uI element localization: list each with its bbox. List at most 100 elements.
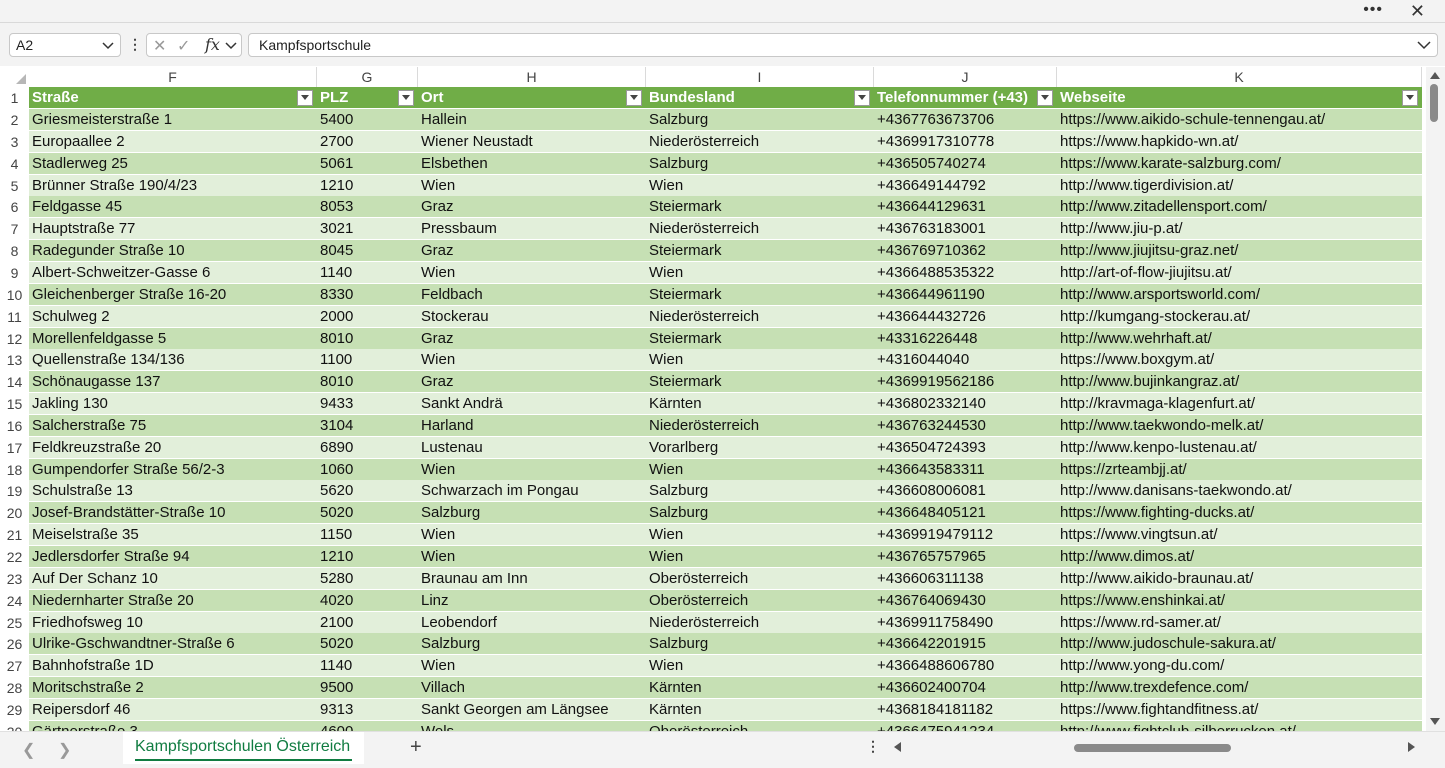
cell-bundesland[interactable]: Kärnten (646, 677, 874, 700)
cell-plz[interactable]: 8010 (317, 371, 418, 394)
cell-plz[interactable]: 1060 (317, 458, 418, 481)
cell-strasse[interactable]: Meiselstraße 35 (29, 524, 317, 547)
cell-plz[interactable]: 9313 (317, 698, 418, 721)
header-cell-strasse[interactable]: Straße (29, 87, 317, 109)
cell-telefon[interactable]: +4366488606780 (874, 655, 1057, 678)
cell-bundesland[interactable]: Wien (646, 546, 874, 568)
cell-ort[interactable]: Villach (418, 677, 646, 700)
cell-plz[interactable]: 4020 (317, 589, 418, 612)
cell-strasse[interactable]: Moritschstraße 2 (29, 677, 317, 700)
cell-ort[interactable]: Schwarzach im Pongau (418, 480, 646, 503)
close-icon[interactable]: ✕ (1410, 0, 1425, 22)
spreadsheet-grid[interactable]: F G H I J K 1 Straße PLZ Ort Bundesland Telef… (0, 67, 1425, 731)
cell-strasse[interactable]: Feldgasse 45 (29, 196, 317, 219)
cell-plz[interactable]: 3021 (317, 218, 418, 241)
previous-sheet-icon[interactable]: ❮ (22, 740, 35, 760)
next-sheet-icon[interactable]: ❯ (58, 740, 71, 760)
row-number[interactable]: 13 (0, 349, 29, 371)
cell-bundesland[interactable]: Niederösterreich (646, 218, 874, 241)
row-number[interactable]: 27 (0, 655, 29, 677)
cell-ort[interactable]: Sankt Andrä (418, 393, 646, 416)
row-number[interactable]: 25 (0, 612, 29, 634)
cell-telefon[interactable]: +4366488535322 (874, 261, 1057, 284)
cell-ort[interactable]: Wien (418, 655, 646, 678)
cell-bundesland[interactable]: Steiermark (646, 327, 874, 350)
cell-bundesland[interactable]: Wien (646, 458, 874, 481)
cell-strasse[interactable]: Hauptstraße 77 (29, 218, 317, 241)
cell-telefon[interactable]: +436644432726 (874, 305, 1057, 328)
scroll-down-icon[interactable] (1430, 718, 1440, 726)
cell-ort[interactable]: Elsbethen (418, 152, 646, 175)
cell-bundesland[interactable]: Niederösterreich (646, 414, 874, 437)
cell-strasse[interactable]: Schönaugasse 137 (29, 371, 317, 394)
cell-bundesland[interactable]: Wien (646, 174, 874, 197)
scroll-right-icon[interactable] (1408, 742, 1416, 752)
cell-bundesland[interactable]: Salzburg (646, 480, 874, 503)
cell-bundesland[interactable]: Salzburg (646, 152, 874, 175)
cell-plz[interactable]: 9500 (317, 677, 418, 700)
cell-ort[interactable]: Leobendorf (418, 611, 646, 634)
cell-webseite[interactable]: https://www.karate-salzburg.com/ (1057, 152, 1422, 175)
cell-ort[interactable]: Lustenau (418, 436, 646, 459)
row-number[interactable]: 28 (0, 677, 29, 699)
cell-ort[interactable]: Braunau am Inn (418, 567, 646, 590)
cell-webseite[interactable]: http://www.bujinkangraz.at/ (1057, 371, 1422, 394)
cell-ort[interactable]: Salzburg (418, 502, 646, 525)
cell-plz[interactable]: 5020 (317, 502, 418, 525)
cell-bundesland[interactable]: Wien (646, 261, 874, 284)
row-number[interactable]: 12 (0, 328, 29, 350)
column-header-h[interactable]: H (418, 67, 646, 87)
row-number[interactable]: 14 (0, 371, 29, 393)
cell-strasse[interactable]: Jedlersdorfer Straße 94 (29, 546, 317, 568)
cell-plz[interactable]: 1210 (317, 174, 418, 197)
cell-bundesland[interactable]: Oberösterreich (646, 567, 874, 590)
cancel-icon[interactable]: ✕ (153, 36, 166, 56)
cell-ort[interactable]: Wien (418, 349, 646, 372)
row-number[interactable]: 17 (0, 437, 29, 459)
cell-plz[interactable]: 5020 (317, 633, 418, 656)
cell-webseite[interactable]: http://www.danisans-taekwondo.at/ (1057, 480, 1422, 503)
cell-webseite[interactable]: http://art-of-flow-jiujitsu.at/ (1057, 261, 1422, 284)
cell-strasse[interactable]: Quellenstraße 134/136 (29, 349, 317, 372)
filter-dropdown-icon[interactable] (1402, 90, 1418, 106)
column-header-k[interactable]: K (1057, 67, 1422, 87)
cell-webseite[interactable]: http://www.yong-du.com/ (1057, 655, 1422, 678)
filter-dropdown-icon[interactable] (398, 90, 414, 106)
cell-plz[interactable]: 1140 (317, 655, 418, 678)
row-number[interactable]: 29 (0, 699, 29, 721)
cell-bundesland[interactable]: Vorarlberg (646, 436, 874, 459)
cell-plz[interactable]: 6890 (317, 436, 418, 459)
cell-bundesland[interactable]: Steiermark (646, 371, 874, 394)
cell-strasse[interactable]: Gärtnerstraße 3 (29, 720, 317, 731)
cell-telefon[interactable]: +436648405121 (874, 502, 1057, 525)
cell-strasse[interactable]: Niedernharter Straße 20 (29, 589, 317, 612)
cell-strasse[interactable]: Auf Der Schanz 10 (29, 567, 317, 590)
row-number[interactable]: 30 (0, 721, 29, 731)
cell-webseite[interactable]: http://www.fightclub-silberrucken.at/ (1057, 720, 1422, 731)
row-number[interactable]: 6 (0, 196, 29, 218)
cell-bundesland[interactable]: Steiermark (646, 240, 874, 263)
cell-telefon[interactable]: +436606311138 (874, 567, 1057, 590)
cell-bundesland[interactable]: Wien (646, 524, 874, 547)
cell-webseite[interactable]: http://www.jiujitsu-graz.net/ (1057, 240, 1422, 263)
cell-telefon[interactable]: +436504724393 (874, 436, 1057, 459)
cell-strasse[interactable]: Schulweg 2 (29, 305, 317, 328)
row-number[interactable]: 4 (0, 153, 29, 175)
row-number[interactable]: 16 (0, 415, 29, 437)
cell-telefon[interactable]: +436505740274 (874, 152, 1057, 175)
cell-telefon[interactable]: +4369911758490 (874, 611, 1057, 634)
cell-telefon[interactable]: +436644961190 (874, 283, 1057, 306)
cell-bundesland[interactable]: Niederösterreich (646, 611, 874, 634)
cell-plz[interactable]: 8010 (317, 327, 418, 350)
chevron-down-icon[interactable] (102, 38, 114, 52)
row-number[interactable]: 23 (0, 568, 29, 590)
cell-webseite[interactable]: https://www.rd-samer.at/ (1057, 611, 1422, 634)
cell-webseite[interactable]: http://www.dimos.at/ (1057, 546, 1422, 568)
cell-ort[interactable]: Linz (418, 589, 646, 612)
cell-bundesland[interactable]: Salzburg (646, 633, 874, 656)
cell-plz[interactable]: 1210 (317, 546, 418, 568)
cell-plz[interactable]: 2100 (317, 611, 418, 634)
cell-plz[interactable]: 1140 (317, 261, 418, 284)
row-number[interactable]: 22 (0, 546, 29, 568)
vertical-scrollbar[interactable] (1426, 67, 1445, 731)
